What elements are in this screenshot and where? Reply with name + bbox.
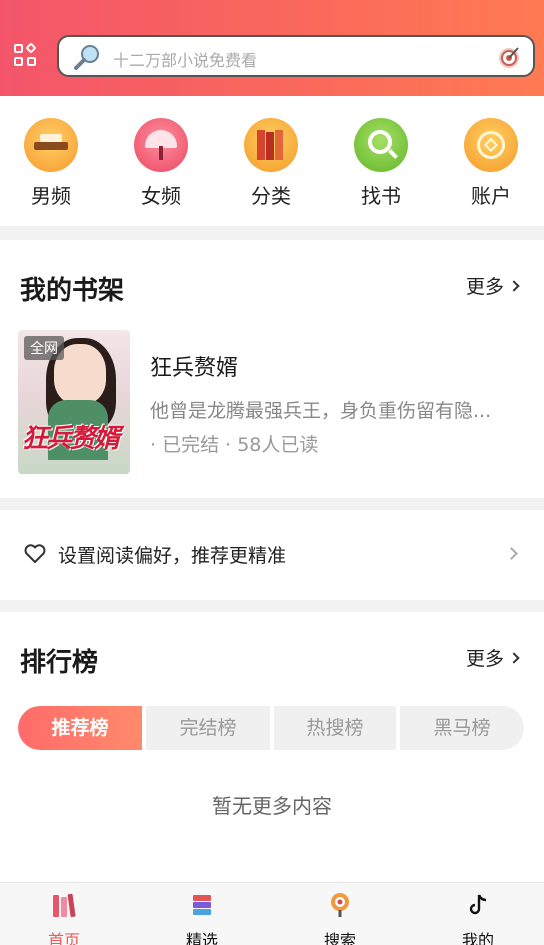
nav-home[interactable]: 首页 — [24, 891, 104, 945]
nav-label: 精选 — [185, 931, 218, 945]
coin-icon — [464, 118, 518, 172]
empty-state-text: 暂无更多内容 — [212, 794, 332, 818]
nav-featured[interactable]: 精选 — [162, 891, 242, 945]
category-row: 男频 女频 分类 找书 账户 — [0, 96, 544, 226]
category-label: 分类 — [251, 184, 291, 208]
book-meta: · 已完结 · 58人已读 — [150, 434, 319, 456]
category-label: 账户 — [471, 184, 511, 208]
book-description: 他曾是龙腾最强兵王，身负重伤留有隐... — [150, 400, 492, 422]
bookshelf-more-link[interactable]: 更多 — [465, 272, 520, 299]
tab-hot-search[interactable]: 热搜榜 — [274, 706, 396, 750]
category-male[interactable]: 男频 — [11, 118, 91, 209]
category-find-book[interactable]: 找书 — [341, 118, 421, 209]
rankings-title: 排行榜 — [20, 648, 99, 678]
category-female[interactable]: 女频 — [121, 118, 201, 209]
category-account[interactable]: 账户 — [451, 118, 531, 209]
nav-label: 我的 — [461, 931, 494, 945]
bookshelf-title: 我的书架 — [20, 276, 125, 306]
ranking-tabs: 推荐榜 完结榜 热搜榜 黑马榜 — [18, 706, 524, 750]
category-label: 找书 — [361, 184, 401, 208]
header: 十二万部小说免费看 — [0, 0, 544, 96]
search-pin-icon — [331, 893, 349, 917]
nav-label: 首页 — [47, 931, 80, 945]
search-placeholder: 十二万部小说免费看 — [113, 51, 258, 70]
nav-label: 搜索 — [323, 931, 356, 945]
chevron-right-icon — [508, 651, 520, 664]
male-channel-icon — [24, 118, 78, 172]
chevron-right-icon — [508, 279, 520, 292]
search-bar[interactable]: 十二万部小说免费看 — [57, 35, 535, 77]
bookshelf-section: 我的书架 更多 全网 狂兵赘婿 狂兵赘婿 他曾是龙腾最强兵王，身负重伤留有隐..… — [0, 240, 544, 498]
more-label: 更多 — [465, 276, 504, 298]
grid-menu-icon[interactable] — [14, 42, 38, 68]
category-label: 女频 — [141, 184, 181, 208]
rankings-section: 排行榜 更多 推荐榜 完结榜 热搜榜 黑马榜 暂无更多内容 — [0, 612, 544, 882]
magnifier-icon — [74, 45, 99, 70]
book-cover[interactable]: 全网 狂兵赘婿 — [18, 330, 130, 474]
bottom-nav: 首页 精选 搜索 我的 — [0, 882, 544, 945]
cover-tag: 全网 — [24, 336, 64, 360]
category-classify[interactable]: 分类 — [231, 118, 311, 209]
tab-dark-horse[interactable]: 黑马榜 — [400, 706, 524, 750]
cover-title: 狂兵赘婿 — [22, 424, 120, 454]
tiktok-icon — [469, 894, 487, 915]
target-icon[interactable] — [497, 45, 521, 69]
fan-icon — [134, 118, 188, 172]
book-title[interactable]: 狂兵赘婿 — [150, 350, 238, 382]
book-stack-icon — [193, 895, 211, 915]
find-book-icon — [354, 118, 408, 172]
books-icon — [53, 893, 76, 918]
preference-text: 设置阅读偏好，推荐更精准 — [58, 545, 287, 567]
tab-recommended[interactable]: 推荐榜 — [18, 706, 142, 750]
heart-icon — [24, 544, 46, 563]
tab-completed[interactable]: 完结榜 — [146, 706, 270, 750]
bookshelf-icon — [244, 118, 298, 172]
chevron-right-icon — [505, 547, 518, 560]
rankings-more-link[interactable]: 更多 — [465, 644, 520, 671]
reading-preference-row[interactable]: 设置阅读偏好，推荐更精准 — [0, 510, 544, 600]
category-label: 男频 — [31, 184, 71, 208]
more-label: 更多 — [465, 648, 504, 670]
nav-search[interactable]: 搜索 — [300, 891, 380, 945]
nav-mine[interactable]: 我的 — [438, 891, 518, 945]
